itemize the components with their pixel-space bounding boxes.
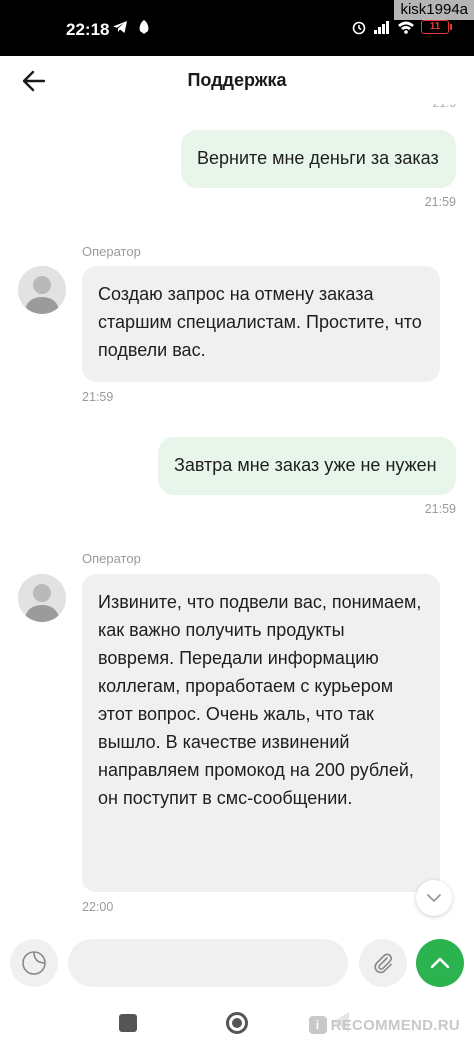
wifi-icon [398,21,414,34]
send-button[interactable] [416,939,464,987]
sender-label: Оператор [82,551,141,566]
alarm-icon [352,21,366,35]
leaf-icon [139,20,149,34]
chat-messages[interactable]: 21:5 Верните мне деньги за заказ 21:59 О… [0,104,474,930]
cut-off-timestamp: 21:5 [433,104,456,110]
paperclip-icon [374,953,392,974]
recent-apps-button[interactable] [119,1014,137,1032]
message-time: 21:59 [424,195,456,209]
operator-avatar [18,266,66,314]
battery-indicator: 11 [421,20,452,34]
chevron-down-icon [427,894,441,903]
recommend-logo-icon: i [308,1016,327,1034]
chevron-up-icon [430,957,450,969]
sticker-button[interactable] [10,939,58,987]
message-input[interactable] [68,939,348,987]
message-text: Извините, что подвели вас, понимаем, как… [98,592,422,808]
incoming-message[interactable]: Создаю запрос на отмену заказа старшим с… [82,266,440,382]
watermark-site-text: RECOMMEND.RU [330,1016,460,1034]
person-icon [18,266,66,314]
watermark-username: kisk1994a [394,0,474,20]
operator-avatar [18,574,66,622]
outgoing-message[interactable]: Завтра мне заказ уже не нужен [158,437,456,495]
message-text: Создаю запрос на отмену заказа старшим с… [98,284,422,360]
page-title: Поддержка [187,70,287,90]
message-time: 22:00 [82,900,114,914]
status-bar: 22:18 11 kisk1994a [0,0,474,56]
chat-header: Поддержка [0,56,474,104]
status-time: 22:18 [66,20,110,39]
sender-label: Оператор [82,244,141,259]
message-time: 21:59 [424,502,456,516]
status-notification-icons [112,19,152,35]
watermark-site: i RECOMMEND.RU [302,1012,466,1038]
signal-icon [374,21,389,34]
message-text: Верните мне деньги за заказ [197,148,439,168]
scroll-to-bottom-button[interactable] [416,880,452,916]
system-navigation-bar: i RECOMMEND.RU [0,996,474,1053]
message-composer [0,930,474,996]
telegram-icon [113,21,127,33]
message-text: Завтра мне заказ уже не нужен [174,455,437,475]
person-icon [18,574,66,622]
outgoing-message[interactable]: Верните мне деньги за заказ [181,130,456,188]
incoming-message[interactable]: Извините, что подвели вас, понимаем, как… [82,574,440,892]
sticker-icon [22,951,46,975]
message-time: 21:59 [82,390,114,404]
battery-level: 11 [429,21,441,32]
attach-button[interactable] [359,939,407,987]
status-system-icons: 11 [351,19,452,35]
home-button[interactable] [226,1012,248,1034]
